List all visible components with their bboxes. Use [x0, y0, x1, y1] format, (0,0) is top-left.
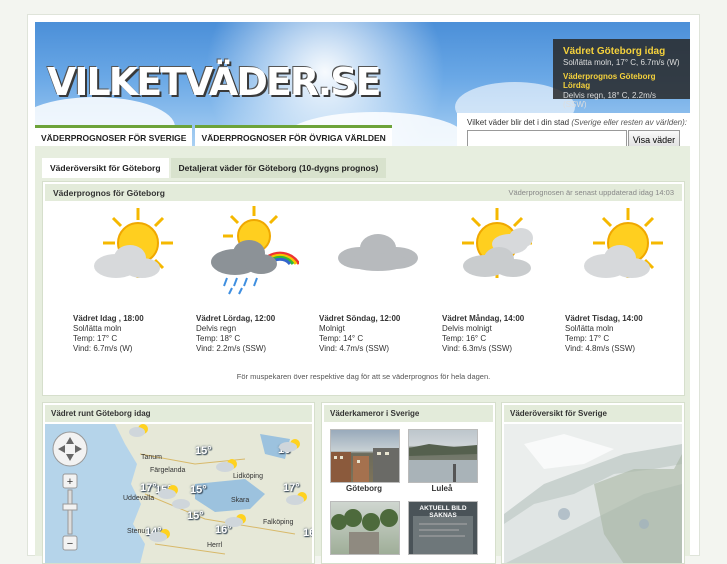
- forecast-day[interactable]: Vädret Lördag, 12:00 Delvis regn Temp: 1…: [196, 206, 311, 353]
- current-weather-box: Vädret Göteborg idag Sol/lätta moln, 17°…: [553, 39, 690, 109]
- webcam-label[interactable]: Göteborg: [330, 484, 398, 493]
- map-weather-icons: [129, 424, 307, 542]
- sweden-weather-map[interactable]: [504, 424, 682, 563]
- webcam-image: [409, 444, 477, 482]
- forecast-day[interactable]: Vädret Söndag, 12:00 Molnigt Temp: 14° C…: [319, 206, 434, 353]
- missing-image-text: AKTUELL BILD SAKNAS: [419, 505, 467, 519]
- today-title[interactable]: Vädret Göteborg idag: [563, 46, 680, 57]
- day-text: Vädret Måndag, 14:00 Delvis molnigt Temp…: [442, 314, 525, 353]
- sweden-overview-panel: Väderöversikt för Sverige: [501, 402, 685, 564]
- tab-detailed[interactable]: Detaljerat väder för Göteborg (10-dygns …: [170, 158, 387, 178]
- today-summary: Sol/lätta moln, 17° C, 6.7m/s (W): [563, 58, 680, 67]
- forecast-day[interactable]: Vädret Måndag, 14:00 Delvis molnigt Temp…: [442, 206, 557, 353]
- panel-title: Väderkameror i Sverige: [324, 405, 493, 422]
- day-text: Vädret Söndag, 12:00 Molnigt Temp: 14° C…: [319, 314, 401, 353]
- updated-text: Väderprognosen är senast uppdaterad idag…: [508, 188, 674, 197]
- forecast-hint: För muspekaren över respektive dag för a…: [236, 372, 491, 381]
- sun-clouds-icon: [461, 208, 533, 278]
- forecast-header: Väderprognos för Göteborg Väderprognosen…: [45, 184, 682, 201]
- content-area: Väderöversikt för Göteborg Detaljerat vä…: [35, 146, 690, 564]
- webcam-image: [331, 509, 398, 554]
- search-input[interactable]: [467, 130, 627, 146]
- webcam-missing[interactable]: AKTUELL BILD SAKNAS: [408, 501, 478, 555]
- local-map-panel: Vädret runt Göteborg idag + − Tanum Färg…: [42, 402, 315, 564]
- day-text: Vädret Lördag, 12:00 Delvis regn Temp: 1…: [196, 314, 276, 353]
- panel-title: Vädret runt Göteborg idag: [45, 405, 312, 422]
- city-search: Vilket väder blir det i din stad (Sverig…: [457, 113, 690, 146]
- tab-bar: Väderöversikt för Göteborg Detaljerat vä…: [42, 158, 388, 178]
- webcam-image: [331, 448, 399, 482]
- main-nav: VÄDERPROGNOSER FÖR SVERIGE VÄDERPROGNOSE…: [35, 125, 395, 149]
- search-label: Vilket väder blir det i din stad (Sverig…: [467, 118, 687, 127]
- day-text: Vädret Idag , 18:00 Sol/lätta moln Temp:…: [73, 314, 144, 353]
- webcams-panel: Väderkameror i Sverige Göteborg Luleå AK…: [321, 402, 496, 564]
- cloud-icon: [337, 234, 418, 271]
- satellite-map: [504, 424, 682, 563]
- sun-cloud-icon: [93, 208, 173, 278]
- forecast-day[interactable]: Vädret Tisdag, 14:00 Sol/lätta moln Temp…: [565, 206, 680, 353]
- forecast-day[interactable]: Vädret Idag , 18:00 Sol/lätta moln Temp:…: [73, 206, 188, 353]
- show-weather-button[interactable]: Visa väder: [628, 130, 680, 146]
- panel-title: Väderöversikt för Sverige: [504, 405, 682, 422]
- sun-cloud-icon: [583, 208, 663, 278]
- webcam-goteborg[interactable]: [330, 429, 400, 483]
- site-logo[interactable]: VILKETVÄDER.SE: [47, 60, 382, 104]
- rain-rainbow-icon: [210, 206, 299, 295]
- local-weather-map[interactable]: + − Tanum Färgelanda Uddevalla Lidköping…: [45, 424, 312, 563]
- forecast-title: Väderprognos för Göteborg: [53, 188, 165, 198]
- webcam-thumbnail[interactable]: [330, 501, 400, 555]
- tomorrow-summary: Delvis regn, 18° C, 2.2m/s (SSW): [563, 91, 657, 109]
- page-frame: VILKETVÄDER.SE Vädret Göteborg idag Sol/…: [27, 14, 700, 564]
- webcam-lulea[interactable]: [408, 429, 478, 483]
- forecast-panel: Väderprognos för Göteborg Väderprognosen…: [42, 181, 685, 396]
- day-text: Vädret Tisdag, 14:00 Sol/lätta moln Temp…: [565, 314, 643, 353]
- tab-overview[interactable]: Väderöversikt för Göteborg: [42, 158, 169, 178]
- tomorrow-title[interactable]: Väderprognos Göteborg Lördag: [563, 72, 680, 90]
- webcam-label[interactable]: Luleå: [408, 484, 476, 493]
